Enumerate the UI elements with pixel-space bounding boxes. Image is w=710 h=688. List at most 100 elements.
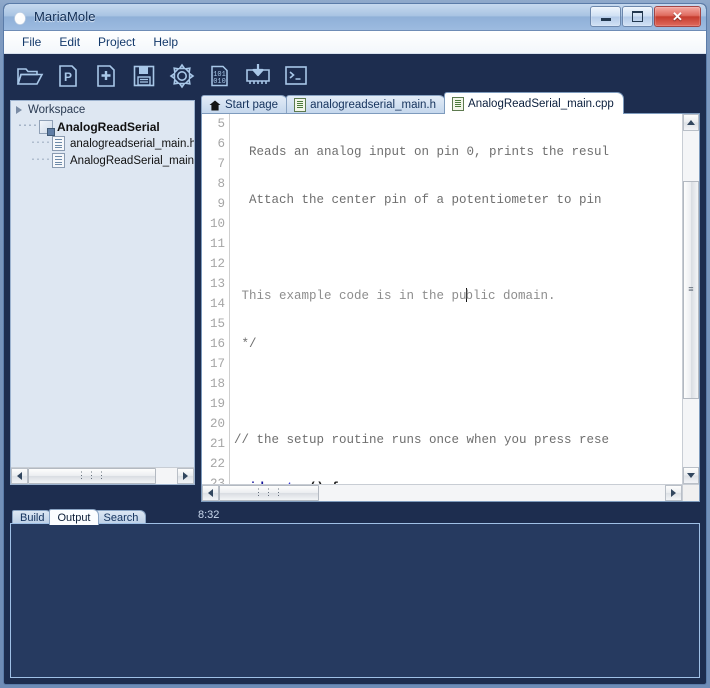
tree-connector: ···· [17, 121, 38, 132]
line-number: 17 [209, 357, 225, 371]
upload-button[interactable] [241, 59, 275, 93]
scroll-track[interactable]: ⋮⋮⋮ [219, 485, 665, 501]
scrollbar-corner [682, 484, 699, 501]
code-editor[interactable]: 5 6 7 8 9 10 11 12 13 14 15 16 17 18 19 … [201, 113, 700, 502]
close-button[interactable]: ✕ [654, 6, 701, 27]
project-name: AnalogReadSerial [57, 119, 160, 134]
code-viewport[interactable]: 5 6 7 8 9 10 11 12 13 14 15 16 17 18 19 … [202, 114, 682, 484]
line-number: 12 [209, 257, 225, 271]
scroll-track[interactable]: ⋮⋮⋮ [28, 468, 177, 484]
status-time: 8:32 [198, 509, 220, 521]
project-icon [39, 119, 56, 136]
editor-area: Start page analogreadserial_main.h Analo… [201, 92, 700, 502]
grip-icon: ⋮⋮⋮ [77, 470, 107, 481]
line-number: 18 [209, 377, 225, 391]
scroll-thumb-vertical[interactable]: ≡ [683, 181, 699, 399]
line-number: 9 [217, 197, 225, 211]
save-button[interactable] [127, 59, 161, 93]
tab-label: analogreadserial_main.h [310, 99, 437, 111]
home-icon [209, 100, 221, 110]
document-icon [452, 96, 465, 111]
build-button[interactable] [165, 59, 199, 93]
scroll-right-button[interactable] [177, 468, 194, 484]
tab-analogreadserial-main-cpp[interactable]: AnalogReadSerial_main.cpp [444, 92, 624, 114]
grip-icon: ≡ [688, 284, 694, 295]
line-number: 15 [209, 317, 225, 331]
svg-text:P: P [64, 70, 72, 84]
tab-analogreadserial-main-h[interactable]: analogreadserial_main.h [286, 95, 447, 114]
editor-tabstrip: Start page analogreadserial_main.h Analo… [201, 92, 700, 114]
file-name-cpp: AnalogReadSerial_main.cpp [70, 154, 195, 167]
new-file-button[interactable] [89, 59, 123, 93]
code-line: Reads an analog input on pin 0, prints t… [234, 145, 610, 159]
line-number: 21 [209, 437, 225, 451]
line-number: 13 [209, 277, 225, 291]
editor-horizontal-scrollbar[interactable]: ⋮⋮⋮ [202, 484, 682, 501]
line-number: 16 [209, 337, 225, 351]
upload-chip-icon [246, 64, 270, 84]
scroll-track-vertical[interactable]: ≡ [683, 131, 699, 467]
menu-bar: File Edit Project Help [4, 31, 706, 54]
droplet-icon [14, 12, 26, 25]
minimize-icon [591, 7, 620, 26]
scroll-left-button[interactable] [11, 468, 28, 484]
line-number: 11 [209, 237, 225, 251]
line-number: 6 [217, 137, 225, 151]
tab-label: AnalogReadSerial_main.cpp [468, 97, 614, 110]
code-line-highlighted: This example code is in the public domai… [234, 288, 556, 303]
serial-monitor-button[interactable] [279, 59, 313, 93]
tree-item-file-cpp[interactable]: ···· AnalogReadSerial_main.cpp [17, 152, 194, 169]
compile-button[interactable]: 101 010 [203, 59, 237, 93]
code-line: // the setup routine runs once when you … [234, 433, 610, 447]
open-folder-button[interactable] [13, 59, 47, 93]
file-icon [52, 153, 66, 168]
tree-item-project[interactable]: ···· AnalogReadSerial [17, 118, 194, 136]
workspace-horizontal-scrollbar[interactable]: ⋮⋮⋮ [11, 467, 194, 484]
gear-build-icon [169, 63, 195, 89]
file-icon [52, 136, 66, 151]
document-icon [294, 98, 307, 112]
scroll-left-button[interactable] [202, 485, 219, 501]
tab-start-page[interactable]: Start page [201, 95, 289, 114]
line-number: 19 [209, 397, 225, 411]
line-number: 22 [209, 457, 225, 471]
line-number: 20 [209, 417, 225, 431]
scroll-up-button[interactable] [683, 114, 699, 131]
code-text[interactable]: Reads an analog input on pin 0, prints t… [234, 114, 682, 484]
scroll-thumb[interactable]: ⋮⋮⋮ [28, 468, 156, 484]
code-line: Attach the center pin of a potentiometer… [234, 193, 602, 207]
window-controls: ✕ [589, 6, 701, 27]
scroll-down-button[interactable] [683, 467, 699, 484]
open-project-icon: P [59, 65, 77, 87]
maximize-icon [623, 7, 652, 26]
line-number: 10 [209, 217, 225, 231]
line-number-gutter: 5 6 7 8 9 10 11 12 13 14 15 16 17 18 19 … [202, 114, 230, 484]
tree-item-file-h[interactable]: ···· analogreadserial_main.h [17, 135, 194, 152]
maximize-button[interactable] [622, 6, 653, 27]
minimize-button[interactable] [590, 6, 621, 27]
save-icon [133, 65, 155, 87]
tab-label: Start page [225, 99, 279, 111]
tab-output[interactable]: Output [49, 509, 99, 525]
workspace-header: Workspace [11, 101, 194, 117]
open-folder-icon [16, 68, 44, 85]
serial-terminal-icon [285, 66, 307, 85]
output-panel[interactable] [10, 523, 700, 678]
new-file-icon [97, 65, 115, 87]
menu-item-project[interactable]: Project [89, 33, 144, 51]
expand-arrow-icon[interactable] [16, 106, 22, 114]
open-project-button[interactable]: P [51, 59, 85, 93]
scroll-right-button[interactable] [665, 485, 682, 501]
close-icon: ✕ [672, 8, 683, 24]
application-window: MariaMole ✕ File Edit Project Help P 101… [0, 0, 710, 688]
menu-item-help[interactable]: Help [144, 33, 187, 51]
scroll-thumb[interactable]: ⋮⋮⋮ [219, 485, 319, 501]
workspace-panel: Workspace ···· AnalogReadSerial ···· ana… [10, 100, 195, 485]
editor-vertical-scrollbar[interactable]: ≡ [682, 114, 699, 484]
code-line: */ [234, 337, 257, 351]
menu-item-file[interactable]: File [13, 33, 50, 51]
menu-item-edit[interactable]: Edit [50, 33, 89, 51]
title-bar: MariaMole ✕ [4, 4, 706, 31]
